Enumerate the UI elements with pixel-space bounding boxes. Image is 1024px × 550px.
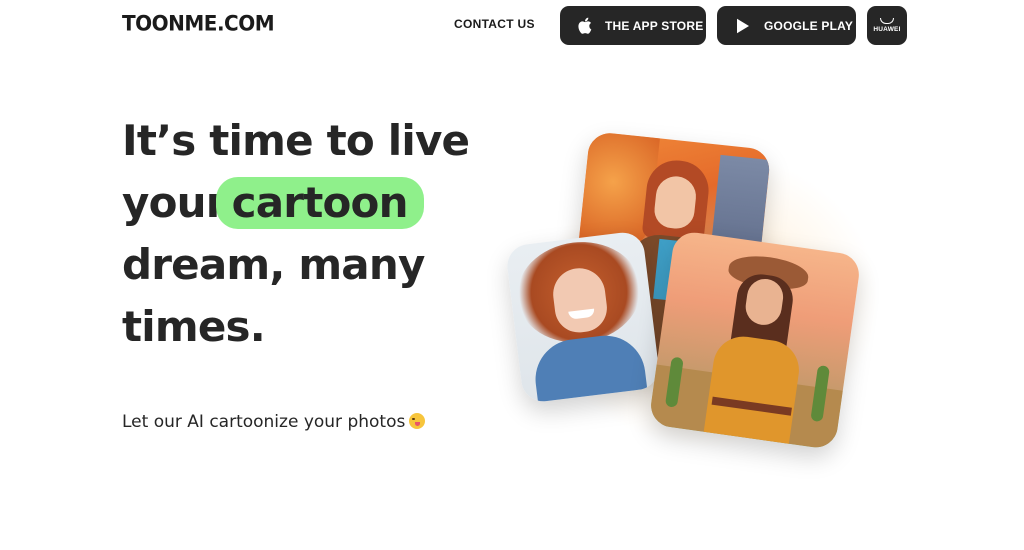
google-play-button[interactable]: GOOGLE PLAY [717,6,856,45]
headline-word-your: your [122,178,226,227]
google-play-label: GOOGLE PLAY [764,18,854,33]
app-store-label: THE APP STORE [605,18,704,33]
headline-line-2: your cartoon [122,172,482,234]
zany-face-emoji [409,413,426,429]
hero-subtitle: Let our AI cartoonize your photos [122,412,426,432]
headline-highlight-cartoon: cartoon [215,177,424,229]
logo[interactable]: TOONME.COM [122,10,275,36]
huawei-appgallery-button[interactable]: HUAWEI [867,6,907,45]
play-icon [734,17,752,35]
huawei-label: HUAWEI [873,26,901,33]
contact-us-link[interactable]: CONTACT US [454,17,535,31]
headline-line-4: times. [122,302,266,351]
shopping-bag-icon [880,18,894,24]
headline-line-3: dream, many [122,240,425,289]
cartoon-photo-desert-cowgirl [648,229,862,451]
app-store-button[interactable]: THE APP STORE [560,6,706,45]
headline-line-1: It’s time to live [122,116,470,165]
subtitle-text: Let our AI cartoonize your photos [122,412,406,432]
original-photo-curly-hair [504,230,662,404]
apple-icon [575,17,593,35]
hero-headline: It’s time to live your cartoon dream, man… [122,110,482,358]
